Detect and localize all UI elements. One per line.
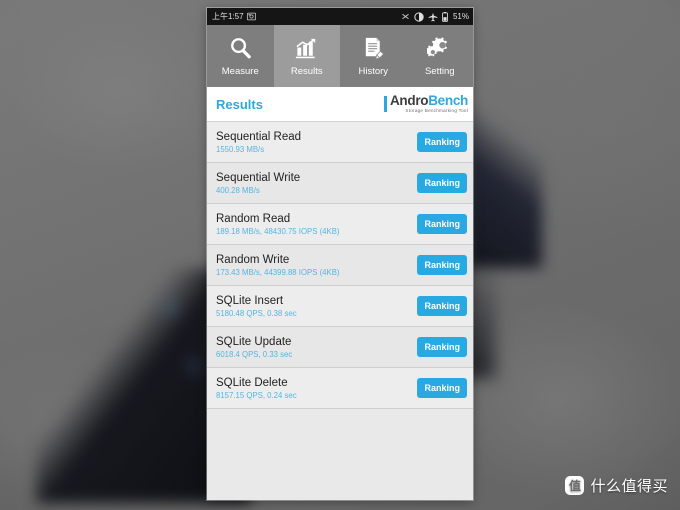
row-text: SQLite Insert 5180.48 QPS, 0.38 sec: [216, 295, 297, 318]
row-text: Sequential Write 400.28 MB/s: [216, 172, 300, 195]
result-value: 189.18 MB/s, 48430.75 IOPS (4KB): [216, 226, 340, 236]
ranking-button[interactable]: Ranking: [417, 173, 467, 193]
logo-accent-bar: [383, 96, 387, 112]
tab-history[interactable]: History: [340, 25, 407, 87]
row-text: Sequential Read 1550.93 MB/s: [216, 131, 301, 154]
ranking-button[interactable]: Ranking: [417, 214, 467, 234]
gears-icon: [426, 35, 453, 62]
bar-chart-icon: [293, 35, 320, 62]
ranking-button[interactable]: Ranking: [417, 132, 467, 152]
background-phone-highlight: [188, 360, 201, 373]
screenshot-root: 上午1:57 51% Measure Results History Setti…: [0, 0, 680, 510]
results-header: Results AndroBench Storage Benchmarking …: [207, 87, 473, 122]
result-value: 8157.15 QPS, 0.24 sec: [216, 390, 297, 400]
search-icon: [227, 35, 254, 62]
logo-wordmark: AndroBench: [390, 94, 468, 108]
status-bar-clock: 上午1:57: [212, 12, 244, 21]
result-name: SQLite Insert: [216, 294, 284, 307]
logo-bench: Bench: [428, 93, 468, 109]
watermark-badge-icon: 值: [565, 476, 585, 495]
tab-results[interactable]: Results: [273, 25, 340, 87]
background-phone-right: [466, 108, 542, 268]
result-name: Random Write: [216, 253, 290, 266]
ranking-button[interactable]: Ranking: [417, 296, 467, 316]
result-name: Sequential Write: [216, 171, 301, 184]
bluetooth-off-icon: [401, 12, 410, 21]
ranking-button[interactable]: Ranking: [417, 337, 467, 357]
androbench-logo: AndroBench Storage Benchmarking Tool: [383, 94, 468, 113]
result-value: 400.28 MB/s: [216, 185, 260, 195]
logo-tagline: Storage Benchmarking Tool: [405, 107, 468, 113]
app-tab-bar: Measure Results History Setting: [207, 25, 473, 87]
ranking-button[interactable]: Ranking: [417, 378, 467, 398]
result-value: 173.43 MB/s, 44399.88 IOPS (4KB): [216, 267, 340, 277]
tab-measure-label: Measure: [221, 66, 259, 77]
phone-screenshot-panel: 上午1:57 51% Measure Results History Setti…: [207, 8, 473, 500]
airplane-mode-icon: [428, 12, 438, 22]
document-pen-icon: [360, 35, 387, 62]
logo-andro: Andro: [389, 93, 429, 109]
page-title: Results: [216, 96, 263, 112]
watermark: 值 什么值得买: [565, 475, 668, 496]
battery-icon: [442, 11, 448, 22]
logo-text: AndroBench Storage Benchmarking Tool: [390, 94, 468, 113]
tab-history-label: History: [358, 66, 389, 77]
row-text: SQLite Delete 8157.15 QPS, 0.24 sec: [216, 377, 297, 400]
result-name: SQLite Delete: [216, 376, 288, 389]
list-empty-area: [207, 409, 473, 499]
tab-setting[interactable]: Setting: [407, 25, 474, 87]
table-row[interactable]: SQLite Update 6018.4 QPS, 0.33 sec Ranki…: [207, 327, 473, 368]
tab-results-label: Results: [290, 66, 323, 77]
do-not-disturb-icon: [414, 11, 424, 22]
android-status-bar: 上午1:57 51%: [207, 8, 473, 25]
watermark-text: 什么值得买: [590, 478, 668, 495]
result-name: SQLite Update: [216, 335, 292, 348]
row-text: Random Read 189.18 MB/s, 48430.75 IOPS (…: [216, 213, 340, 236]
table-row[interactable]: SQLite Delete 8157.15 QPS, 0.24 sec Rank…: [207, 368, 473, 409]
screenshot-icon: [246, 12, 256, 21]
result-value: 5180.48 QPS, 0.38 sec: [216, 308, 297, 318]
table-row[interactable]: SQLite Insert 5180.48 QPS, 0.38 sec Rank…: [207, 286, 473, 327]
status-bar-right: 51%: [401, 11, 469, 22]
row-text: SQLite Update 6018.4 QPS, 0.33 sec: [216, 336, 292, 359]
result-name: Random Read: [216, 212, 291, 225]
table-row[interactable]: Sequential Read 1550.93 MB/s Ranking: [207, 122, 473, 163]
result-value: 6018.4 QPS, 0.33 sec: [216, 349, 293, 359]
tab-measure[interactable]: Measure: [207, 25, 274, 87]
row-text: Random Write 173.43 MB/s, 44399.88 IOPS …: [216, 254, 340, 277]
battery-percent-label: 51%: [452, 12, 469, 21]
result-name: Sequential Read: [216, 130, 302, 143]
table-row[interactable]: Random Read 189.18 MB/s, 48430.75 IOPS (…: [207, 204, 473, 245]
ranking-button[interactable]: Ranking: [417, 255, 467, 275]
tab-setting-label: Setting: [424, 66, 455, 77]
background-phone-highlight: [164, 302, 178, 316]
status-bar-left: 上午1:57: [212, 11, 256, 22]
result-value: 1550.93 MB/s: [216, 144, 265, 154]
results-list: Sequential Read 1550.93 MB/s Ranking Seq…: [207, 122, 473, 499]
table-row[interactable]: Sequential Write 400.28 MB/s Ranking: [207, 163, 473, 204]
table-row[interactable]: Random Write 173.43 MB/s, 44399.88 IOPS …: [207, 245, 473, 286]
